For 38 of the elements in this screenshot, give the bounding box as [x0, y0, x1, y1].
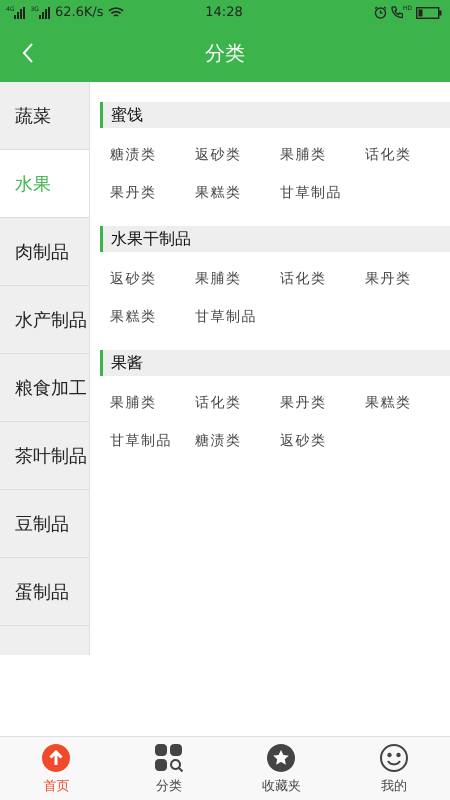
subcategory-link[interactable]: 果糕类	[195, 174, 280, 212]
subcategory-link[interactable]: 话化类	[195, 384, 280, 422]
subcategory-link[interactable]: 返砂类	[110, 260, 195, 298]
tab-item[interactable]: 分类	[128, 737, 209, 800]
subcategory-link[interactable]: 甘草制品	[280, 174, 365, 212]
subcategory-link[interactable]: 甘草制品	[195, 298, 280, 336]
subcategory-link[interactable]: 糖渍类	[195, 422, 280, 460]
section-header: 水果干制品	[100, 226, 450, 252]
subcategory-link[interactable]: 果脯类	[195, 260, 280, 298]
section-header: 果酱	[100, 350, 450, 376]
section-header: 蜜饯	[100, 102, 450, 128]
wifi-icon	[108, 6, 124, 19]
page-title: 分类	[205, 40, 245, 67]
network-speed: 62.6K/s	[54, 5, 104, 20]
subcategory-link[interactable]: 话化类	[365, 136, 450, 174]
subcategory-link[interactable]: 果丹类	[365, 260, 450, 298]
subcategory-link[interactable]: 果丹类	[110, 174, 195, 212]
smiley-icon	[378, 743, 409, 773]
subcategory-link[interactable]: 果脯类	[280, 136, 365, 174]
subcategory-link[interactable]: 返砂类	[195, 136, 280, 174]
subcategory-link[interactable]: 甘草制品	[110, 422, 195, 460]
battery-icon	[416, 6, 442, 18]
signal-icon	[38, 6, 51, 18]
clock-time: 14:28	[205, 5, 243, 20]
subcategory-link[interactable]: 果糕类	[365, 384, 450, 422]
subcategory-link[interactable]: 话化类	[280, 260, 365, 298]
grid-search-icon	[154, 743, 184, 773]
subcategory-link[interactable]: 果丹类	[280, 384, 365, 422]
subcategory-link[interactable]: 果脯类	[110, 384, 195, 422]
subcategory-link[interactable]: 果糕类	[110, 298, 195, 336]
back-icon	[22, 43, 34, 63]
phone-icon	[390, 6, 403, 19]
tab-item[interactable]: 我的	[354, 737, 434, 800]
subcategory-link[interactable]: 返砂类	[280, 422, 365, 460]
signal-icon	[14, 6, 26, 18]
alarm-icon	[374, 6, 387, 19]
subcategory-link[interactable]: 糖渍类	[110, 136, 195, 174]
tab-item[interactable]: 收藏夹	[241, 737, 322, 800]
